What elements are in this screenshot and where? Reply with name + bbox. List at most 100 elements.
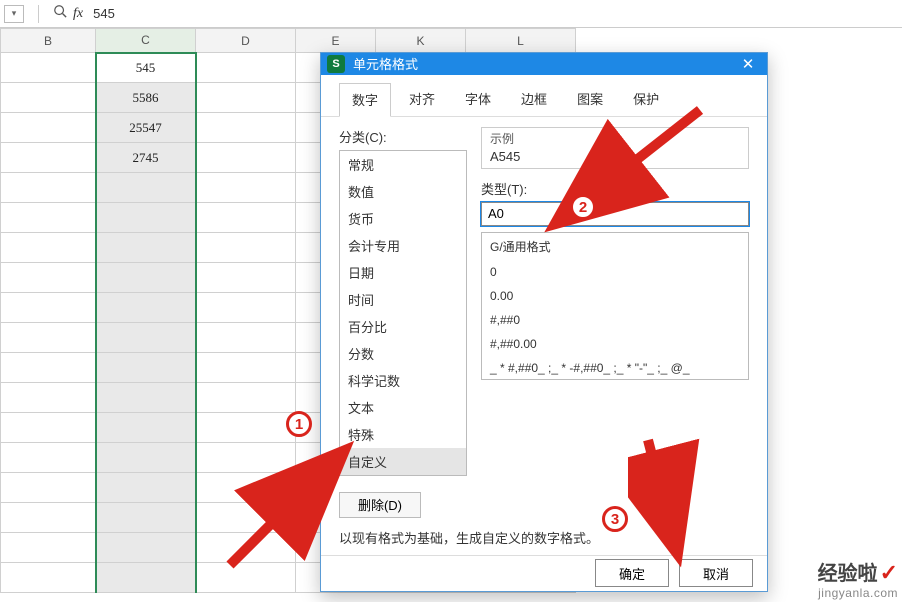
cell[interactable] xyxy=(96,503,196,533)
cell[interactable] xyxy=(1,53,96,83)
type-item[interactable]: 0 xyxy=(482,260,748,284)
cell[interactable] xyxy=(96,353,196,383)
cell[interactable] xyxy=(196,173,296,203)
category-item[interactable]: 货币 xyxy=(340,205,466,232)
annotation-badge-1: 1 xyxy=(286,411,312,437)
type-item[interactable]: 0.00 xyxy=(482,284,748,308)
cell[interactable] xyxy=(96,383,196,413)
type-item[interactable]: _ * #,##0_ ;_ * -#,##0_ ;_ * "-"_ ;_ @_ xyxy=(482,356,748,380)
cell[interactable] xyxy=(1,293,96,323)
type-input[interactable] xyxy=(481,202,749,226)
col-header[interactable]: E xyxy=(296,29,376,53)
cell[interactable] xyxy=(196,323,296,353)
close-icon[interactable]: ✕ xyxy=(735,55,761,73)
search-icon[interactable] xyxy=(53,4,67,23)
cell[interactable] xyxy=(196,143,296,173)
cell[interactable] xyxy=(1,443,96,473)
cell[interactable] xyxy=(196,473,296,503)
col-header[interactable]: D xyxy=(196,29,296,53)
tab-font[interactable]: 字体 xyxy=(453,83,503,116)
type-item[interactable]: #,##0.00 xyxy=(482,332,748,356)
cell[interactable] xyxy=(196,53,296,83)
category-item[interactable]: 文本 xyxy=(340,394,466,421)
cell[interactable] xyxy=(1,233,96,263)
format-cells-dialog: S 单元格格式 ✕ 数字 对齐 字体 边框 图案 保护 分类(C): 常规 数值… xyxy=(320,52,768,592)
cell[interactable] xyxy=(1,503,96,533)
cell[interactable] xyxy=(96,563,196,593)
category-item[interactable]: 时间 xyxy=(340,286,466,313)
tab-border[interactable]: 边框 xyxy=(509,83,559,116)
cell[interactable] xyxy=(1,263,96,293)
cell[interactable] xyxy=(196,353,296,383)
cell[interactable]: 5586 xyxy=(96,83,196,113)
cell[interactable] xyxy=(1,143,96,173)
category-item[interactable]: 数值 xyxy=(340,178,466,205)
cell[interactable] xyxy=(1,173,96,203)
cell[interactable] xyxy=(96,413,196,443)
dialog-titlebar[interactable]: S 单元格格式 ✕ xyxy=(321,53,767,75)
cell[interactable] xyxy=(96,443,196,473)
category-list[interactable]: 常规 数值 货币 会计专用 日期 时间 百分比 分数 科学记数 文本 特殊 自定… xyxy=(339,150,467,476)
cell[interactable] xyxy=(96,293,196,323)
category-item[interactable]: 科学记数 xyxy=(340,367,466,394)
ok-button[interactable]: 确定 xyxy=(595,559,669,587)
cancel-button[interactable]: 取消 xyxy=(679,559,753,587)
cell[interactable] xyxy=(196,413,296,443)
cell[interactable] xyxy=(96,173,196,203)
cell[interactable] xyxy=(1,533,96,563)
cell[interactable] xyxy=(96,323,196,353)
cell[interactable] xyxy=(196,233,296,263)
formula-input[interactable] xyxy=(89,4,898,24)
tab-pattern[interactable]: 图案 xyxy=(565,83,615,116)
category-item[interactable]: 特殊 xyxy=(340,421,466,448)
cell[interactable] xyxy=(196,383,296,413)
cell[interactable]: 25547 xyxy=(96,113,196,143)
cell[interactable] xyxy=(96,203,196,233)
cell[interactable] xyxy=(196,503,296,533)
tab-protect[interactable]: 保护 xyxy=(621,83,671,116)
type-list[interactable]: G/通用格式 0 0.00 #,##0 #,##0.00 _ * #,##0_ … xyxy=(481,232,749,380)
cell[interactable] xyxy=(96,233,196,263)
col-header[interactable]: L xyxy=(466,29,576,53)
cell[interactable] xyxy=(1,113,96,143)
category-item[interactable]: 日期 xyxy=(340,259,466,286)
cell[interactable]: 2745 xyxy=(96,143,196,173)
cell[interactable] xyxy=(1,563,96,593)
cell[interactable] xyxy=(196,293,296,323)
cell[interactable] xyxy=(196,443,296,473)
cell[interactable] xyxy=(1,323,96,353)
name-box-dropdown[interactable]: ▾ xyxy=(4,5,24,23)
category-item[interactable]: 百分比 xyxy=(340,313,466,340)
col-header[interactable]: K xyxy=(376,29,466,53)
type-item[interactable]: G/通用格式 xyxy=(482,233,748,260)
cell[interactable]: 545 xyxy=(96,53,196,83)
cell[interactable] xyxy=(1,413,96,443)
cell[interactable] xyxy=(196,263,296,293)
cell[interactable] xyxy=(1,473,96,503)
cell[interactable] xyxy=(96,533,196,563)
cell[interactable] xyxy=(1,383,96,413)
cell[interactable] xyxy=(96,473,196,503)
category-item[interactable]: 会计专用 xyxy=(340,232,466,259)
type-item[interactable]: #,##0 xyxy=(482,308,748,332)
category-item[interactable]: 分数 xyxy=(340,340,466,367)
cell[interactable] xyxy=(96,263,196,293)
cell[interactable] xyxy=(1,83,96,113)
category-item-custom[interactable]: 自定义 xyxy=(340,448,466,475)
dialog-button-bar: 确定 取消 xyxy=(321,555,767,591)
category-item[interactable]: 常规 xyxy=(340,151,466,178)
cell[interactable] xyxy=(1,203,96,233)
cell[interactable] xyxy=(196,563,296,593)
tab-align[interactable]: 对齐 xyxy=(397,83,447,116)
cell[interactable] xyxy=(196,203,296,233)
delete-button[interactable]: 删除(D) xyxy=(339,492,421,518)
tab-number[interactable]: 数字 xyxy=(339,83,391,117)
sample-label: 示例 xyxy=(490,130,740,147)
col-header[interactable]: B xyxy=(1,29,96,53)
fx-icon[interactable]: fx xyxy=(73,6,83,22)
cell[interactable] xyxy=(196,83,296,113)
col-header[interactable]: C xyxy=(96,29,196,53)
cell[interactable] xyxy=(196,533,296,563)
cell[interactable] xyxy=(1,353,96,383)
cell[interactable] xyxy=(196,113,296,143)
